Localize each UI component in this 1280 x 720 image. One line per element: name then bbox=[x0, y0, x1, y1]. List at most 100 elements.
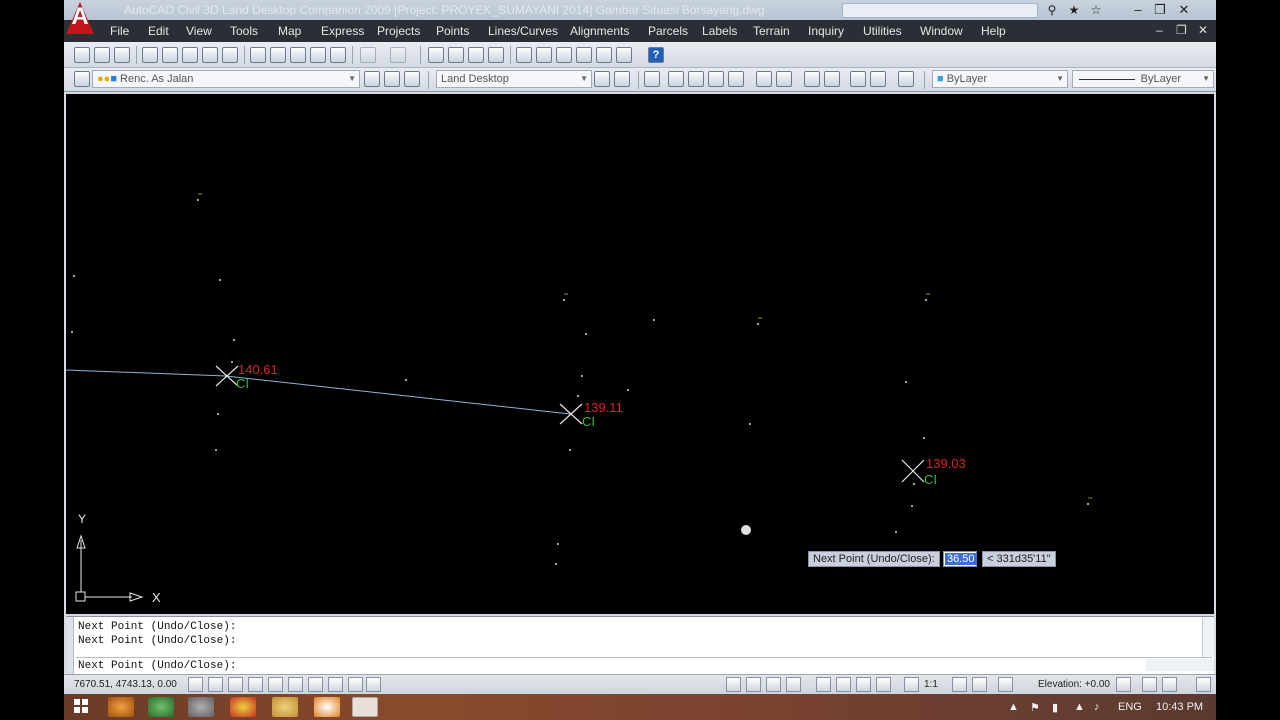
model-space-icon[interactable] bbox=[726, 677, 741, 692]
etransmit-icon[interactable] bbox=[222, 47, 238, 63]
autocad-taskbar-icon[interactable] bbox=[352, 697, 378, 717]
menu-help[interactable]: Help bbox=[981, 24, 1006, 38]
layer-previous-icon[interactable] bbox=[384, 71, 400, 87]
object-snap-tracking-icon[interactable] bbox=[288, 677, 303, 692]
taskbar-app-icon[interactable] bbox=[188, 697, 214, 717]
design-center-icon[interactable] bbox=[536, 47, 552, 63]
favorites-icon[interactable]: ☆ bbox=[1086, 2, 1106, 18]
calculator-icon[interactable] bbox=[616, 47, 632, 63]
pan-icon[interactable] bbox=[428, 47, 444, 63]
make-layer-current-icon[interactable] bbox=[364, 71, 380, 87]
layer-settings-icon[interactable] bbox=[898, 71, 914, 87]
cut-icon[interactable] bbox=[250, 47, 266, 63]
coordinate-readout[interactable]: 7670.51, 4743.13, 0.00 bbox=[74, 679, 177, 690]
help-icon[interactable]: ? bbox=[648, 47, 664, 63]
clock[interactable]: 10:43 PM bbox=[1156, 701, 1203, 713]
minimize-button[interactable]: – bbox=[1126, 1, 1150, 19]
layer-delete-icon[interactable] bbox=[824, 71, 840, 87]
layer-walk-icon[interactable] bbox=[850, 71, 866, 87]
layer-change-icon[interactable] bbox=[776, 71, 792, 87]
tray-show-hidden-icon[interactable]: ▲ bbox=[1008, 701, 1019, 713]
paste-icon[interactable] bbox=[290, 47, 306, 63]
doc-restore-button[interactable]: ❐ bbox=[1176, 23, 1187, 37]
linetype-combo[interactable]: ByLayer ▼ bbox=[1072, 70, 1214, 88]
taskbar-app-icon[interactable] bbox=[108, 697, 134, 717]
undo-icon[interactable] bbox=[360, 47, 376, 63]
menu-points[interactable]: Points bbox=[436, 24, 469, 38]
match-properties-icon[interactable] bbox=[310, 47, 326, 63]
layer-filter-icon[interactable] bbox=[644, 71, 660, 87]
elevation-readout[interactable]: Elevation: +0.00 bbox=[1038, 679, 1110, 690]
workspace-switching-icon[interactable] bbox=[998, 677, 1013, 692]
menu-projects[interactable]: Projects bbox=[377, 24, 420, 38]
color-combo[interactable]: ■ ByLayer ▼ bbox=[932, 70, 1068, 88]
menu-window[interactable]: Window bbox=[920, 24, 963, 38]
menu-map[interactable]: Map bbox=[278, 24, 301, 38]
file-explorer-icon[interactable] bbox=[272, 697, 298, 717]
taskbar-app-icon[interactable] bbox=[314, 697, 340, 717]
properties-icon[interactable] bbox=[516, 47, 532, 63]
ortho-mode-icon[interactable] bbox=[228, 677, 243, 692]
sheet-set-icon[interactable] bbox=[576, 47, 592, 63]
markup-icon[interactable] bbox=[596, 47, 612, 63]
menu-express[interactable]: Express bbox=[321, 24, 364, 38]
menu-lines-curves[interactable]: Lines/Curves bbox=[488, 24, 558, 38]
showmotion-icon[interactable] bbox=[876, 677, 891, 692]
menu-utilities[interactable]: Utilities bbox=[863, 24, 902, 38]
search-icon[interactable]: ⚲ bbox=[1042, 2, 1062, 18]
dynamic-input-icon[interactable] bbox=[328, 677, 343, 692]
dynamic-input-angle[interactable]: < 331d35'11" bbox=[982, 551, 1056, 567]
layer-unisolate-icon[interactable] bbox=[870, 71, 886, 87]
layer-match-icon[interactable] bbox=[756, 71, 772, 87]
object-snap-icon[interactable] bbox=[268, 677, 283, 692]
workspace-save-icon[interactable] bbox=[614, 71, 630, 87]
workspace-combo[interactable]: Land Desktop ▼ bbox=[436, 70, 592, 88]
publish-icon[interactable] bbox=[182, 47, 198, 63]
taskbar-app-icon[interactable] bbox=[148, 697, 174, 717]
search-input[interactable] bbox=[842, 3, 1038, 18]
annotation-scale-icon[interactable] bbox=[904, 677, 919, 692]
close-button[interactable]: ✕ bbox=[1172, 1, 1196, 19]
menu-alignments[interactable]: Alignments bbox=[570, 24, 629, 38]
command-scrollbar[interactable] bbox=[1202, 617, 1214, 657]
menu-tools[interactable]: Tools bbox=[230, 24, 258, 38]
grid-display-icon[interactable] bbox=[208, 677, 223, 692]
clean-screen-icon[interactable] bbox=[1196, 677, 1211, 692]
menu-file[interactable]: File bbox=[110, 24, 129, 38]
menu-inquiry[interactable]: Inquiry bbox=[808, 24, 844, 38]
doc-minimize-button[interactable]: – bbox=[1156, 23, 1163, 37]
menu-terrain[interactable]: Terrain bbox=[753, 24, 790, 38]
layer-states-icon[interactable] bbox=[404, 71, 420, 87]
elevation-settings-icon[interactable] bbox=[1116, 677, 1131, 692]
restore-button[interactable]: ❐ bbox=[1148, 1, 1172, 19]
volume-icon[interactable]: ♪ bbox=[1094, 701, 1100, 713]
layer-combo[interactable]: ●●■ Renc. As Jalan ▼ bbox=[92, 70, 360, 88]
menu-edit[interactable]: Edit bbox=[148, 24, 169, 38]
quick-view-layouts-icon[interactable] bbox=[766, 677, 781, 692]
drawing-canvas[interactable]: ••• ••• ••• ••• ••• 140.61 CI 139.11 CI … bbox=[66, 94, 1214, 614]
command-horizontal-scrollbar[interactable] bbox=[1146, 659, 1214, 671]
plot-preview-icon[interactable] bbox=[162, 47, 178, 63]
steering-wheel-icon[interactable] bbox=[856, 677, 871, 692]
polar-tracking-icon[interactable] bbox=[248, 677, 263, 692]
command-line-grip[interactable] bbox=[66, 617, 74, 675]
annotation-visibility-icon[interactable] bbox=[952, 677, 967, 692]
workspace-settings-icon[interactable] bbox=[594, 71, 610, 87]
quick-view-drawings-icon[interactable] bbox=[786, 677, 801, 692]
flag-icon[interactable]: ⚑ bbox=[1030, 701, 1040, 714]
chrome-icon[interactable] bbox=[230, 697, 256, 717]
menu-view[interactable]: View bbox=[186, 24, 212, 38]
command-input[interactable]: Next Point (Undo/Close): bbox=[78, 660, 236, 672]
isolate-objects-icon[interactable] bbox=[1162, 677, 1177, 692]
pan-icon[interactable] bbox=[816, 677, 831, 692]
language-indicator[interactable]: ENG bbox=[1118, 701, 1142, 713]
new-icon[interactable] bbox=[74, 47, 90, 63]
menu-labels[interactable]: Labels bbox=[702, 24, 737, 38]
zoom-realtime-icon[interactable] bbox=[448, 47, 464, 63]
dynamic-input-distance[interactable]: 36.50 bbox=[943, 551, 977, 567]
copy-icon[interactable] bbox=[270, 47, 286, 63]
layer-off-icon[interactable] bbox=[688, 71, 704, 87]
print-icon[interactable] bbox=[142, 47, 158, 63]
zoom-icon[interactable] bbox=[836, 677, 851, 692]
quick-properties-icon[interactable] bbox=[366, 677, 381, 692]
